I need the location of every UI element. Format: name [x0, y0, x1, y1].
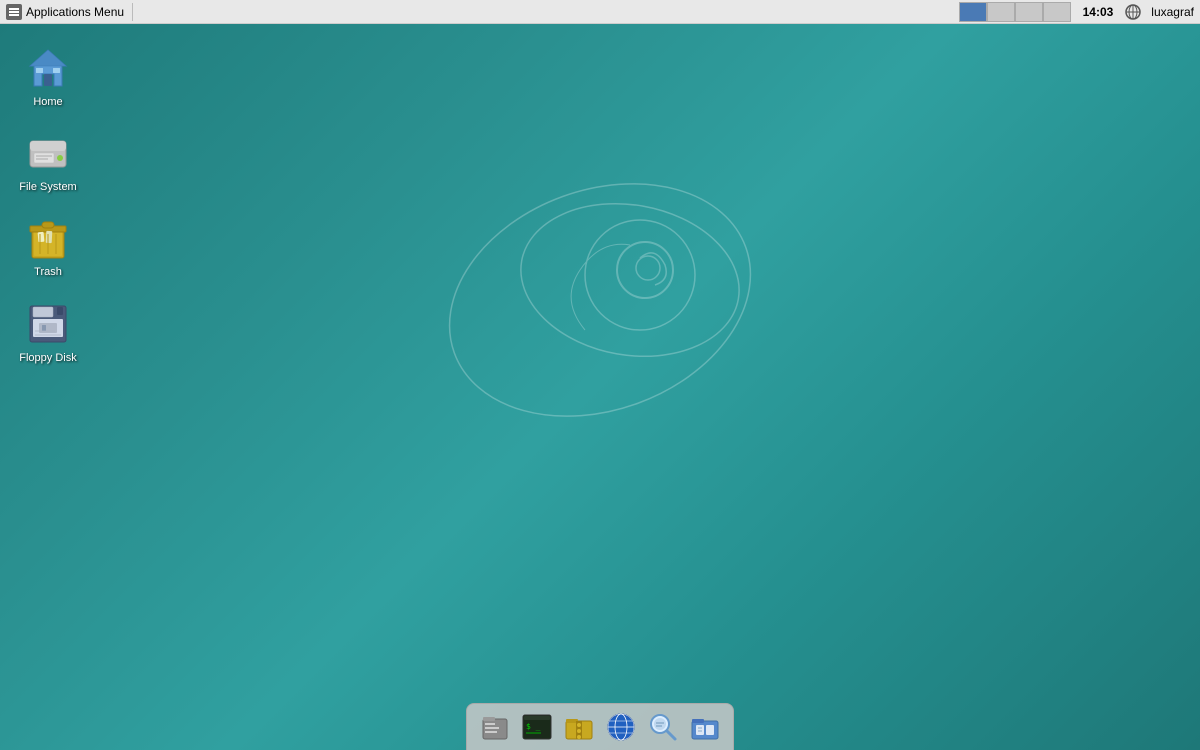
- floppy-icon-label: Floppy Disk: [19, 352, 76, 365]
- workspace-2[interactable]: [987, 2, 1015, 22]
- taskbar-browser-button[interactable]: [601, 708, 641, 746]
- network-icon[interactable]: [1123, 2, 1143, 22]
- taskbar-files-button[interactable]: [475, 708, 515, 746]
- panel-separator: [132, 3, 133, 21]
- panel-clock: 14:03: [1075, 5, 1122, 19]
- panel-right: 14:03 luxagraf: [959, 0, 1200, 23]
- trash-icon-label: Trash: [34, 266, 62, 279]
- apps-menu-label: Applications Menu: [26, 5, 124, 19]
- floppy-icon-image: [24, 300, 72, 348]
- taskbar-search-button[interactable]: [643, 708, 683, 746]
- workspace-3[interactable]: [1015, 2, 1043, 22]
- home-icon-label: Home: [33, 96, 62, 109]
- desktop: Applications Menu 14:03: [0, 0, 1200, 750]
- applications-menu[interactable]: Applications Menu: [0, 0, 130, 23]
- filesystem-icon-image: [24, 129, 72, 177]
- filesystem-icon-label: File System: [19, 181, 76, 194]
- taskbar-filemanager-button[interactable]: [685, 708, 725, 746]
- debian-swirl-decoration: [430, 100, 810, 480]
- workspace-4[interactable]: [1043, 2, 1071, 22]
- svg-text:$ _: $ _: [526, 722, 541, 731]
- workspace-1[interactable]: [959, 2, 987, 22]
- taskbar-terminal-button[interactable]: $ _: [517, 708, 557, 746]
- desktop-icon-filesystem[interactable]: File System: [8, 125, 88, 198]
- desktop-icon-floppy[interactable]: Floppy Disk: [8, 296, 88, 369]
- desktop-icon-trash[interactable]: Trash: [8, 210, 88, 283]
- desktop-icons-container: Home File System: [0, 32, 96, 385]
- panel-username[interactable]: luxagraf: [1145, 5, 1200, 19]
- top-panel: Applications Menu 14:03: [0, 0, 1200, 24]
- desktop-icon-home[interactable]: Home: [8, 40, 88, 113]
- bottom-taskbar: $ _: [466, 703, 734, 750]
- trash-icon-image: [24, 214, 72, 262]
- taskbar-archive-button[interactable]: [559, 708, 599, 746]
- home-icon-image: [24, 44, 72, 92]
- apps-menu-icon: [6, 4, 22, 20]
- workspace-switcher[interactable]: [959, 2, 1071, 22]
